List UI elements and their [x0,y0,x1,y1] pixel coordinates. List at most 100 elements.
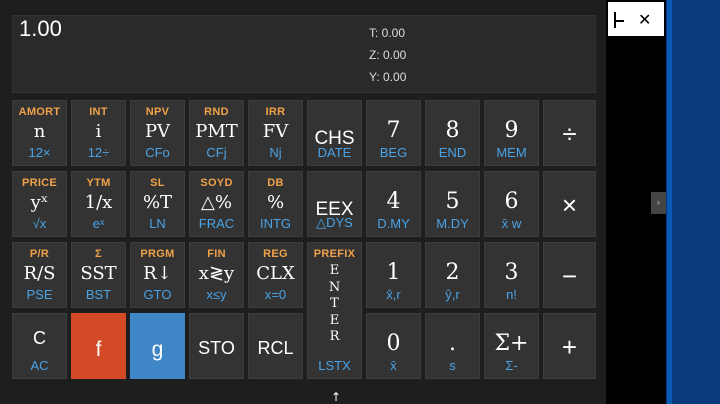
key-enter[interactable]: PREFIX E N T E R LSTX [307,242,362,379]
key-pct-t[interactable]: SL %T LN [130,171,185,237]
key-label: 3 [504,260,519,285]
g-label: ŷ,r [445,287,460,302]
key-label: % [266,192,285,213]
enter-letter: T [330,296,339,311]
key-4[interactable]: 4 D.MY [366,171,421,237]
g-label: LSTX [318,358,351,373]
key-2[interactable]: 2 ŷ,r [425,242,480,308]
key-rdown[interactable]: PRGM R↓ GTO [130,242,185,308]
key-pct[interactable]: DB % INTG [248,171,303,237]
key-delta-pct[interactable]: SOYD △% FRAC [189,171,244,237]
key-chs[interactable]: CHS DATE [307,100,362,166]
divide-icon: ÷ [562,119,577,149]
register-z: Z: 0.00 [369,48,407,62]
window-edge-icon[interactable] [614,12,624,28]
key-7[interactable]: 7 BEG [366,100,421,166]
g-label: BST [85,287,112,302]
key-pmt[interactable]: RND PMT CFj [189,100,244,166]
key-i[interactable]: INT i 12÷ [71,100,126,166]
g-label: n! [506,287,517,302]
g-label: CFj [206,145,227,160]
key-f-shift[interactable]: f [71,313,126,379]
minus-icon: − [561,261,578,291]
g-label: 12÷ [87,145,110,160]
key-label: . [449,331,456,356]
key-rcl[interactable]: RCL [248,313,303,379]
key-label: R↓ [143,263,172,284]
key-label: SST [80,263,117,284]
key-label: PMT [195,121,238,142]
key-label: R/S [23,263,56,284]
register-y: Y: 0.00 [369,70,407,84]
key-yx[interactable]: PRICE yˣ √x [12,171,67,237]
g-label: x̄ w [501,216,522,231]
key-xy-swap[interactable]: FIN x≷y x≤y [189,242,244,308]
key-5[interactable]: 5 M.DY [425,171,480,237]
f-label: P/R [29,248,50,260]
f-label: FIN [207,248,226,260]
mouse-cursor-icon: ↑ [331,390,342,404]
f-label: REG [263,248,288,260]
f-label: INT [89,106,108,118]
g-label: CFo [145,145,170,160]
key-label: 1/x [84,192,113,213]
enter-letter: N [328,279,341,295]
enter-letter: E [329,263,340,278]
key-label: 1 [386,260,401,285]
key-label: RCL [257,338,294,358]
key-1x[interactable]: YTM 1/x eˣ [71,171,126,237]
calculator-window: 1.00 T: 0.00 Z: 0.00 Y: 0.00 AMORT n 12×… [0,0,606,404]
key-decimal[interactable]: . s [425,313,480,379]
display-panel: 1.00 T: 0.00 Z: 0.00 Y: 0.00 [12,15,596,93]
g-label: x≤y [206,287,227,302]
key-label: △% [201,192,232,213]
key-sto[interactable]: STO [189,313,244,379]
g-label: eˣ [92,216,105,231]
key-label: 4 [386,189,401,214]
g-label: x̂,r [386,287,401,302]
key-plus[interactable]: + [543,313,596,379]
key-8[interactable]: 8 END [425,100,480,166]
key-on-clear[interactable]: C AC [12,313,67,379]
key-label: 9 [504,118,519,143]
key-fv[interactable]: IRR FV Nj [248,100,303,166]
key-rs[interactable]: P/R R/S PSE [12,242,67,308]
key-3[interactable]: 3 n! [484,242,539,308]
key-pv[interactable]: NPV PV CFo [130,100,185,166]
key-0[interactable]: 0 x̄ [366,313,421,379]
key-1[interactable]: 1 x̂,r [366,242,421,308]
key-n[interactable]: AMORT n 12× [12,100,67,166]
key-divide[interactable]: ÷ [543,100,596,166]
enter-letter: R [329,329,340,344]
key-sst[interactable]: Σ SST BST [71,242,126,308]
key-label: i [95,121,102,142]
chevron-right-icon[interactable]: › [651,192,666,214]
key-clx[interactable]: REG CLX x=0 [248,242,303,308]
key-eex[interactable]: EEX △DYS [307,171,362,237]
g-label: Σ- [505,358,518,373]
key-label: n [33,121,46,142]
key-sigma-plus[interactable]: Σ+ Σ- [484,313,539,379]
f-label: IRR [265,106,286,118]
g-label: INTG [259,216,292,231]
key-multiply[interactable]: × [543,171,596,237]
key-label: STO [198,338,235,358]
key-minus[interactable]: − [543,242,596,308]
g-label: MEM [496,145,527,160]
g-label: s [449,358,456,373]
key-label: 7 [386,118,401,143]
key-g-shift[interactable]: g [130,313,185,379]
f-label: SL [150,177,165,189]
key-label: C [33,328,46,348]
key-6[interactable]: 6 x̄ w [484,171,539,237]
g-label: DATE [317,145,352,160]
f-label: PREFIX [313,248,356,260]
desktop-accent-stripe [667,0,672,404]
g-label: △DYS [316,215,353,230]
key-9[interactable]: 9 MEM [484,100,539,166]
g-label: BEG [379,145,408,160]
f-label: AMORT [18,106,61,118]
multiply-icon: × [561,190,578,220]
g-label: END [438,145,467,160]
close-icon[interactable]: ✕ [638,10,651,29]
